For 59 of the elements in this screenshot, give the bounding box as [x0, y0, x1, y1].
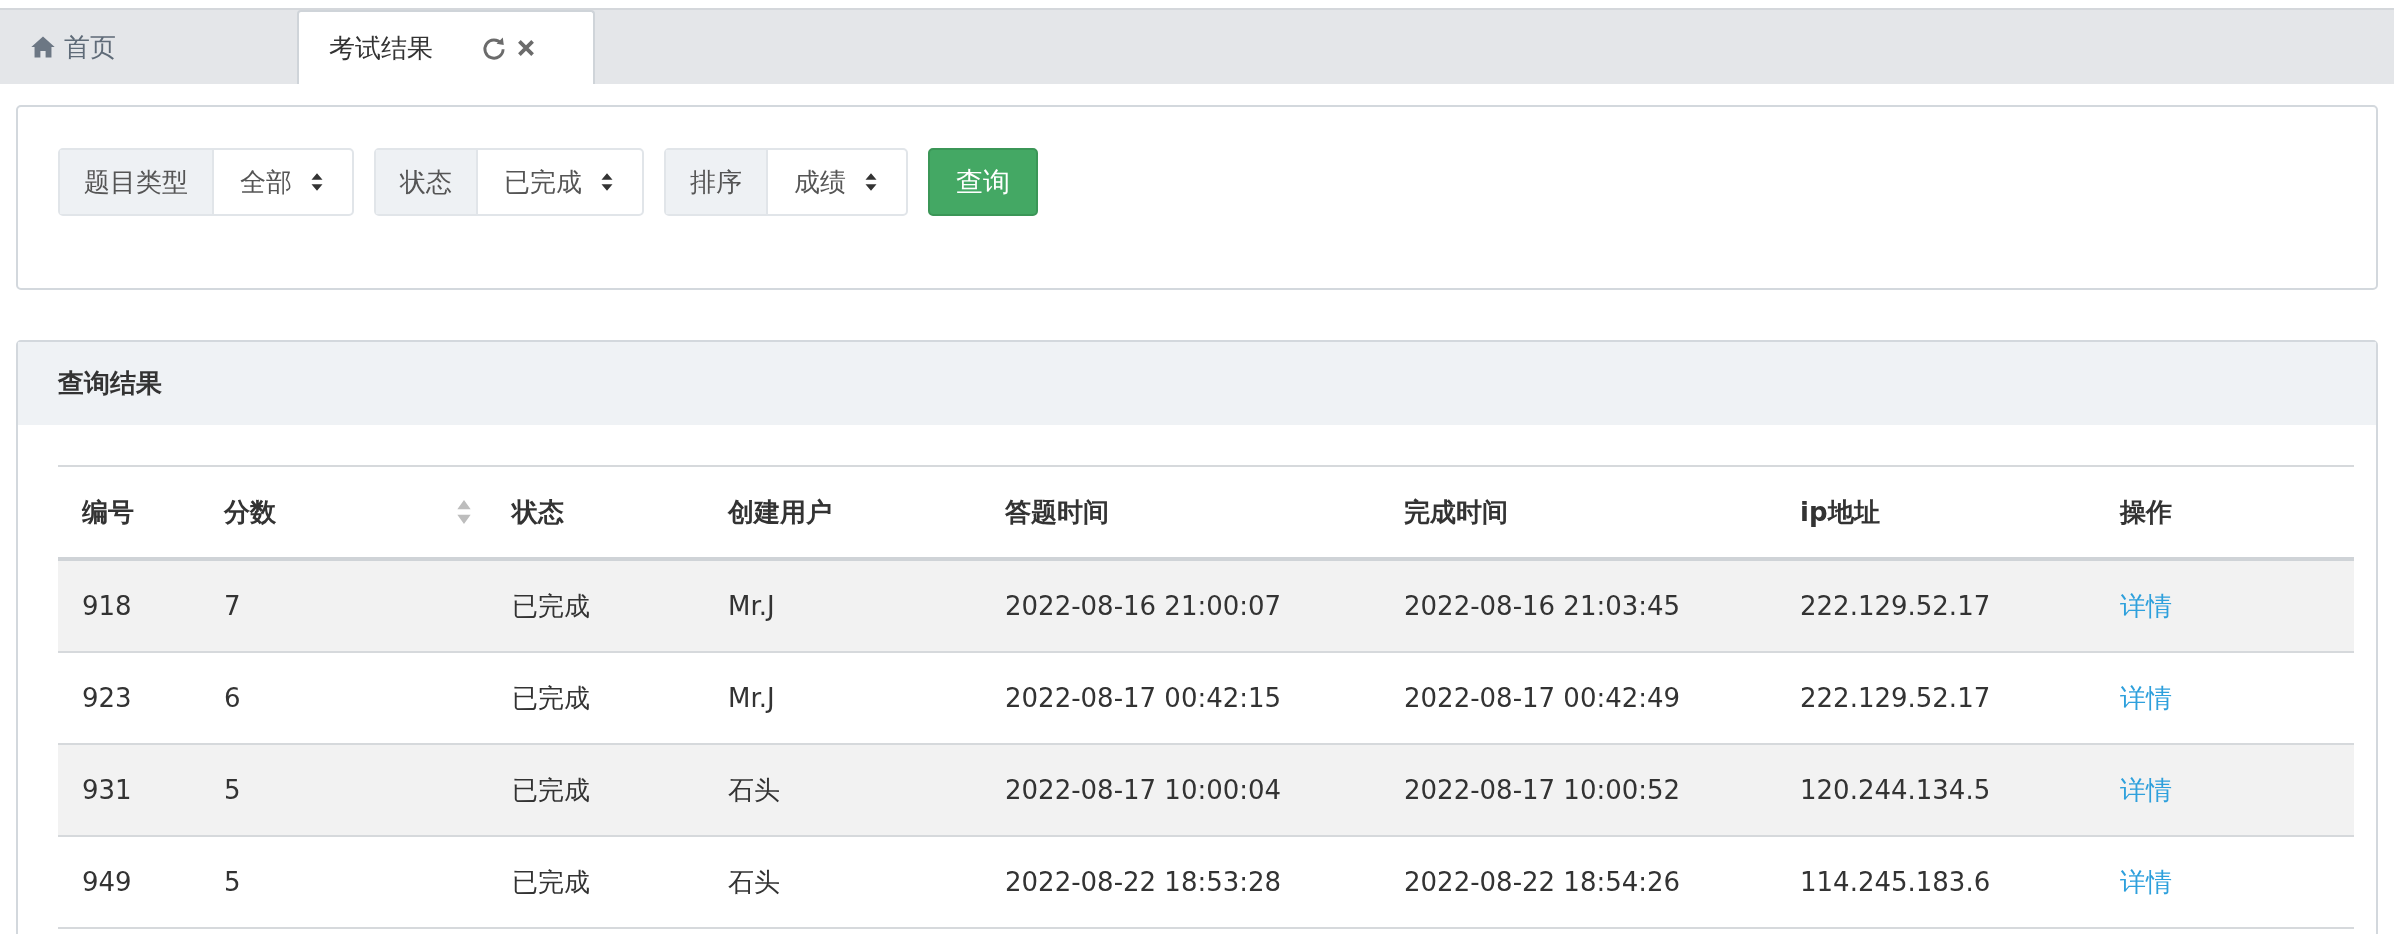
table-cell: 114.245.183.6 — [1800, 867, 1991, 897]
select-field[interactable]: 题目类型 全部 — [58, 148, 354, 216]
field-label: 排序 — [666, 150, 768, 214]
details-link[interactable]: 详情 — [2120, 772, 2172, 808]
home-icon — [30, 35, 56, 59]
column-header: 创建用户 — [728, 495, 832, 529]
refresh-icon[interactable] — [481, 35, 507, 61]
tab[interactable]: 首页 — [0, 10, 297, 84]
table-cell-text: 已完成 — [512, 773, 590, 807]
panel-title: 查询结果 — [58, 367, 162, 400]
table-cell-text: 石头 — [728, 773, 780, 807]
table-cell: 6 — [224, 683, 241, 713]
details-link[interactable]: 详情 — [2120, 680, 2172, 716]
sort-caret-icon — [310, 171, 324, 193]
details-link[interactable]: 详情 — [2120, 588, 2172, 624]
close-icon[interactable] — [515, 37, 537, 59]
table-cell: 2022-08-22 18:54:26 — [1404, 867, 1681, 897]
select-value: 成绩 — [793, 165, 847, 199]
field-label: 状态 — [376, 150, 478, 214]
table-cell: 2022-08-16 21:03:45 — [1404, 591, 1681, 621]
select-value: 已完成 — [503, 165, 583, 199]
column-header: 操作 — [2120, 495, 2172, 529]
field-label: 题目类型 — [60, 150, 214, 214]
table-cell: 931 — [82, 775, 132, 805]
table-cell-text: 已完成 — [512, 589, 590, 623]
table-cell: 949 — [82, 867, 132, 897]
column-header: 答题时间 — [1005, 495, 1109, 529]
table-cell: Mr.J — [728, 591, 775, 621]
table-cell: 222.129.52.17 — [1800, 683, 1991, 713]
select-value: 全部 — [239, 165, 293, 199]
table-cell: 2022-08-17 10:00:52 — [1404, 775, 1681, 805]
table-cell-text: 已完成 — [512, 865, 590, 899]
column-header: 完成时间 — [1404, 495, 1508, 529]
table-cell: 2022-08-22 18:53:28 — [1005, 867, 1282, 897]
table-cell: 2022-08-17 10:00:04 — [1005, 775, 1282, 805]
table-cell: 120.244.134.5 — [1800, 775, 1991, 805]
sort-caret-icon — [864, 171, 878, 193]
table-cell: 923 — [82, 683, 132, 713]
select-field[interactable]: 状态 已完成 — [374, 148, 644, 216]
query-button[interactable]: 查询 — [928, 148, 1038, 216]
column-header: 状态 — [512, 495, 564, 529]
column-header: 分数 — [224, 495, 276, 529]
sort-caret-icon — [600, 171, 614, 193]
table-cell: 2022-08-17 00:42:15 — [1005, 683, 1282, 713]
table-cell-text: 已完成 — [512, 681, 590, 715]
table-cell: 5 — [224, 867, 241, 897]
table-cell: 2022-08-17 00:42:49 — [1404, 683, 1681, 713]
select-field[interactable]: 排序 成绩 — [664, 148, 908, 216]
column-header: ip地址 — [1800, 495, 1880, 529]
column-header: 编号 — [82, 495, 134, 529]
table-cell-text: 石头 — [728, 865, 780, 899]
table-cell: 2022-08-16 21:00:07 — [1005, 591, 1282, 621]
table-cell: 7 — [224, 591, 241, 621]
details-link[interactable]: 详情 — [2120, 864, 2172, 900]
tab[interactable]: 考试结果 — [297, 10, 595, 84]
table-cell: Mr.J — [728, 683, 775, 713]
table-cell: 5 — [224, 775, 241, 805]
table-cell: 222.129.52.17 — [1800, 591, 1991, 621]
table-cell: 918 — [82, 591, 132, 621]
